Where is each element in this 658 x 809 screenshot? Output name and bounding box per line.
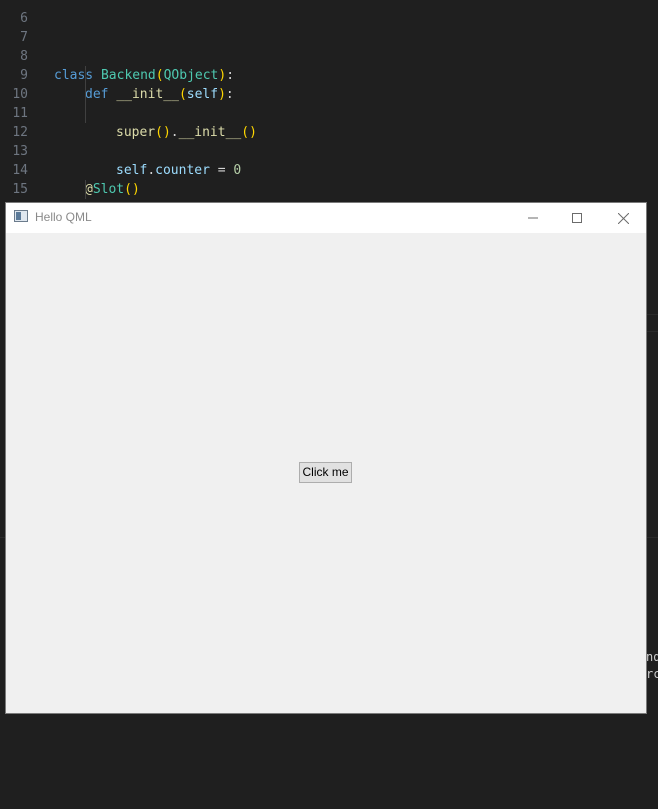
code-line-9: 9 def __init__(self): bbox=[0, 47, 658, 102]
close-button[interactable] bbox=[600, 203, 646, 233]
window-client-area: Click me bbox=[6, 233, 646, 713]
code-line-11: 11 bbox=[0, 85, 658, 121]
app-window-icon bbox=[14, 210, 28, 222]
code-line-7: 7 bbox=[0, 9, 658, 45]
indent-guide bbox=[85, 66, 86, 85]
code-line-6: 6 bbox=[0, 0, 658, 26]
hello-qml-window[interactable]: Hello QML Click me bbox=[6, 203, 646, 713]
code-line-13: 13 bbox=[0, 123, 658, 159]
indent-guide bbox=[85, 85, 86, 104]
panel-divider bbox=[646, 314, 658, 315]
code-line-10: 10 super().__init__() bbox=[0, 66, 658, 140]
code-line-8: 8 class Backend(QObject): bbox=[0, 28, 658, 83]
indent-guide bbox=[85, 104, 86, 123]
window-title: Hello QML bbox=[35, 210, 92, 224]
code-line-16: 16 self.counter += 1 bbox=[0, 180, 658, 254]
click-me-button[interactable]: Click me bbox=[299, 462, 352, 483]
maximize-icon bbox=[572, 213, 582, 223]
code-line-15: 15 def button_clicked(self): bbox=[0, 161, 658, 216]
maximize-button[interactable] bbox=[554, 203, 600, 233]
terminal-text-fragment: nd bbox=[646, 650, 658, 664]
minimize-icon bbox=[528, 217, 538, 219]
minimize-button[interactable] bbox=[510, 203, 556, 233]
window-titlebar[interactable]: Hello QML bbox=[6, 203, 646, 233]
close-icon bbox=[618, 213, 629, 224]
terminal-text-fragment: rc bbox=[646, 667, 658, 681]
indent-guide bbox=[85, 180, 86, 199]
panel-divider bbox=[646, 331, 658, 332]
code-line-14: 14 @Slot() bbox=[0, 142, 658, 197]
code-line-12: 12 self.counter = 0 bbox=[0, 104, 658, 178]
